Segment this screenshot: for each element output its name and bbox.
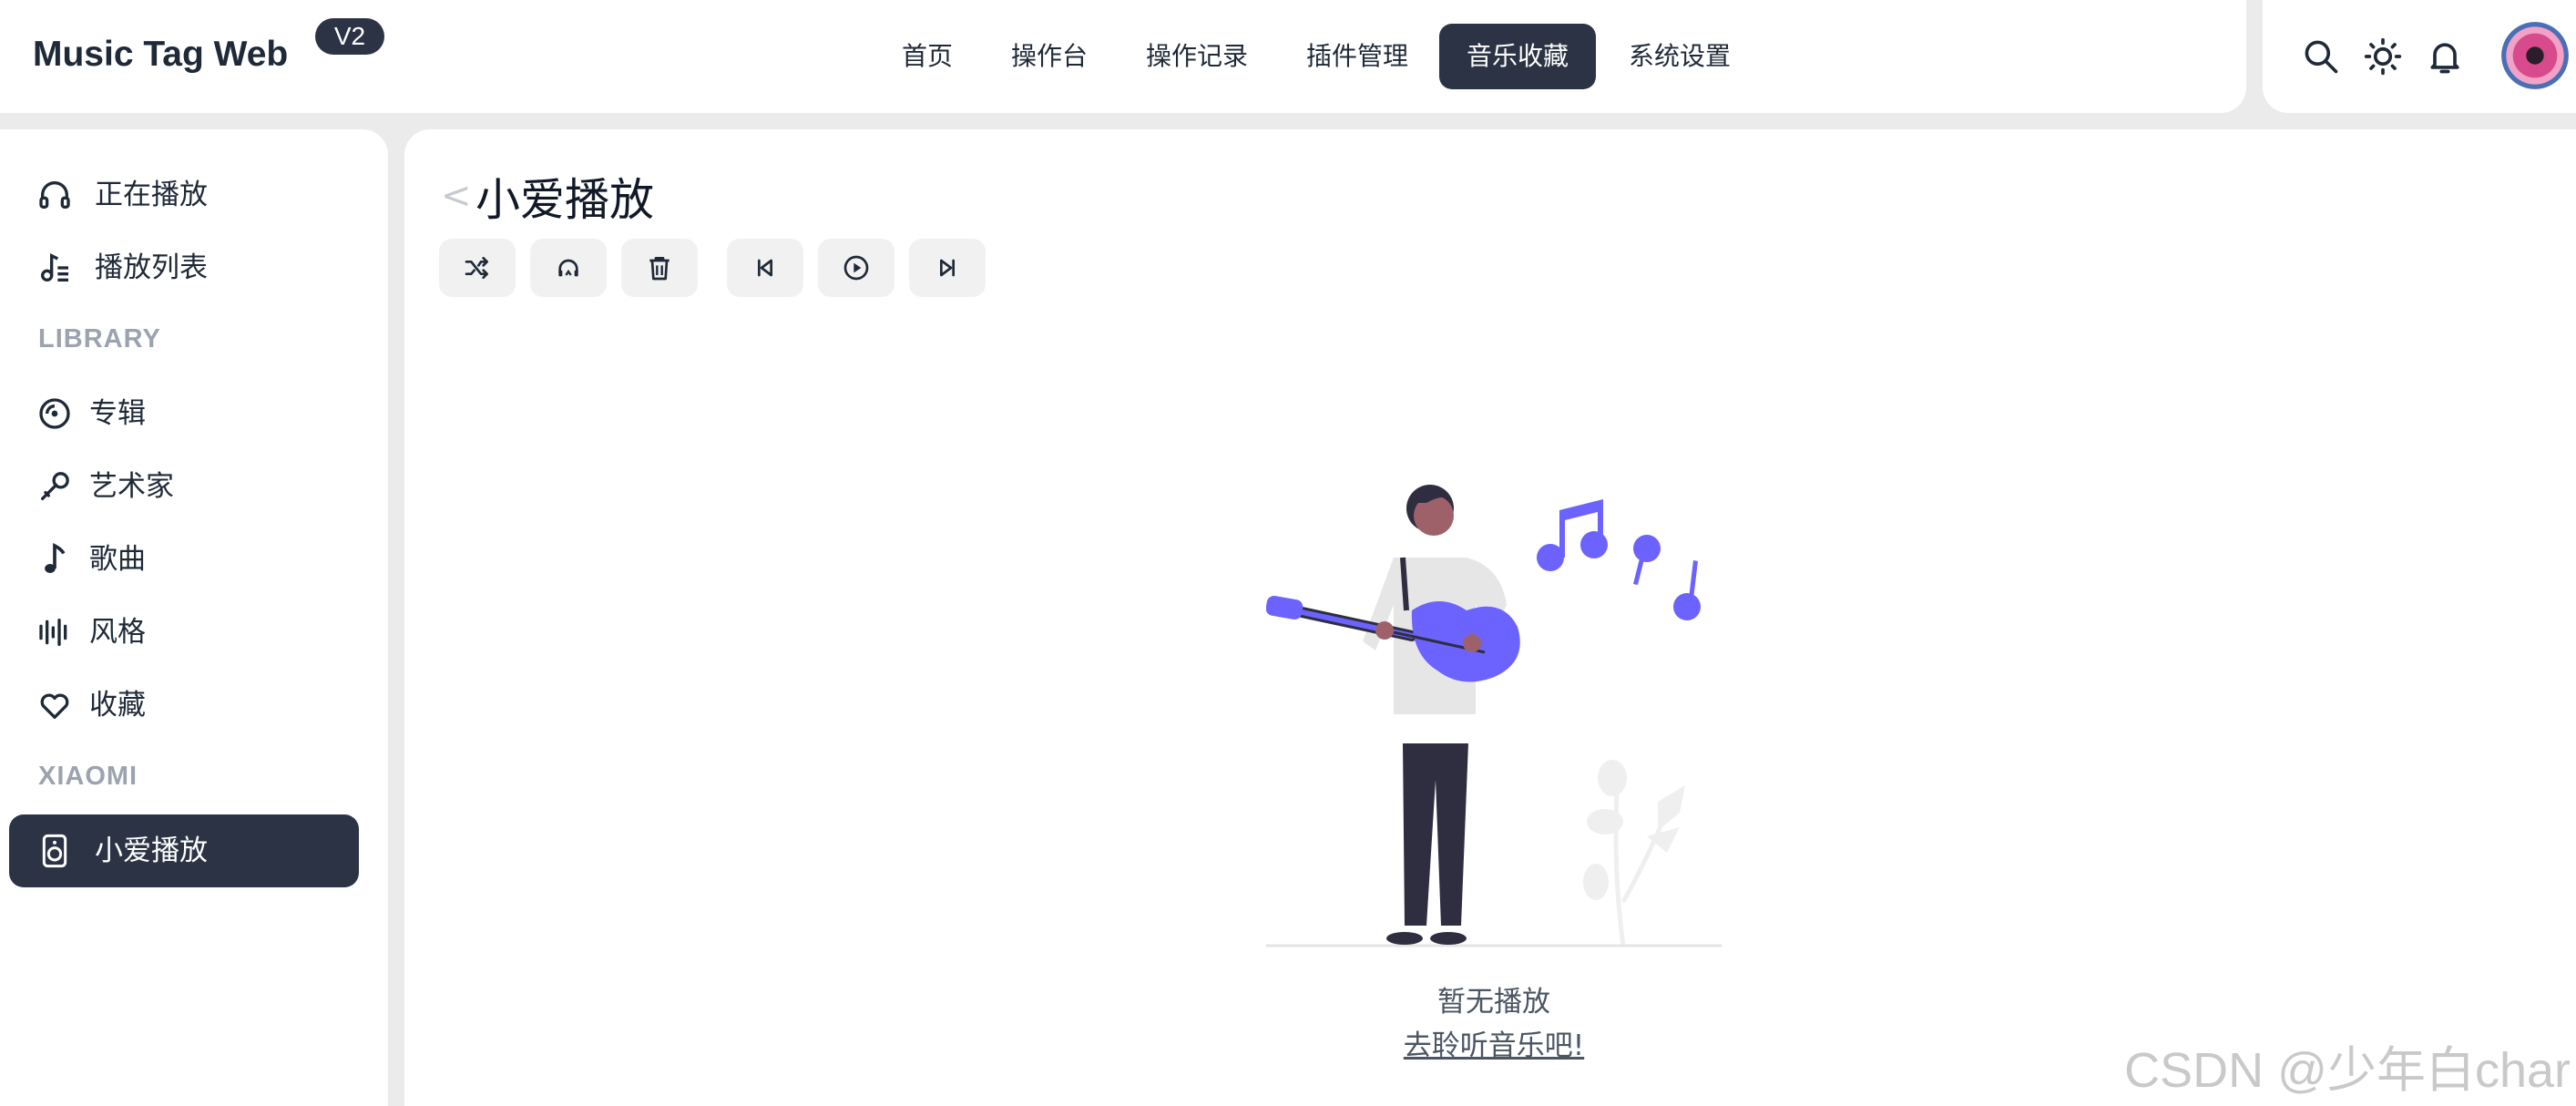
main-nav: 首页 操作台 操作记录 插件管理 音乐收藏 系统设置 [0, 0, 2246, 113]
sidebar-item-xiaoai-play[interactable]: 小爱播放 [9, 814, 359, 887]
nav-plugin-management[interactable]: 插件管理 [1279, 24, 1436, 89]
go-listen-link[interactable]: 去聆听音乐吧! [1275, 1022, 1712, 1063]
headset-icon [558, 259, 578, 277]
watermark: CSDN @少年白char [2124, 1043, 2571, 1098]
avatar[interactable] [2501, 22, 2569, 89]
sidebar-item-genres[interactable]: 风格 [9, 596, 359, 669]
shuffle-icon [465, 257, 488, 279]
music-list-icon [41, 252, 68, 282]
sidebar-item-label: 收藏 [89, 689, 146, 722]
play-button[interactable] [818, 239, 894, 297]
sidebar-item-label: 艺术家 [89, 470, 174, 503]
heart-icon [40, 693, 69, 719]
sidebar-item-label: 正在播放 [95, 179, 208, 211]
waveform-icon [39, 619, 67, 646]
sidebar-item-favorites[interactable]: 收藏 [9, 669, 359, 742]
nav-system-settings[interactable]: 系统设置 [1601, 24, 1758, 89]
delete-button[interactable] [621, 239, 698, 297]
play-icon [843, 255, 869, 281]
nav-music-collection[interactable]: 音乐收藏 [1439, 24, 1597, 89]
search-icon[interactable] [2301, 36, 2341, 77]
sidebar-item-albums[interactable]: 专辑 [9, 377, 359, 450]
nav-console[interactable]: 操作台 [984, 24, 1115, 89]
empty-state-text: 暂无播放 [1437, 986, 1550, 1019]
guitar-player-illustration [1266, 485, 1722, 947]
sidebar-item-label: 播放列表 [95, 251, 208, 284]
previous-icon [758, 259, 772, 277]
sun-icon[interactable] [2363, 36, 2403, 77]
header-actions [2263, 0, 2576, 113]
next-button[interactable] [909, 239, 986, 297]
music-note-icon [45, 543, 66, 573]
xiaomi-heading: XIAOMI [38, 762, 138, 791]
sidebar-item-artists[interactable]: 艺术家 [9, 450, 359, 523]
sidebar-item-label: 歌曲 [89, 543, 146, 576]
trash-icon [649, 257, 670, 281]
nav-operation-log[interactable]: 操作记录 [1119, 24, 1275, 89]
previous-button[interactable] [727, 239, 803, 297]
shuffle-button[interactable] [439, 239, 516, 297]
sidebar-item-label: 专辑 [89, 397, 146, 430]
top-bar: Music Tag Web V2 首页 操作台 操作记录 插件管理 音乐收藏 系… [0, 0, 2246, 113]
microphone-icon [41, 472, 69, 500]
sidebar-item-label: 小爱播放 [95, 835, 208, 867]
sidebar-item-playlist[interactable]: 播放列表 [9, 231, 359, 304]
sidebar: 正在播放 播放列表 LIBRARY 专辑 艺术家 歌曲 风格 收藏 XIAOMI… [0, 129, 388, 1106]
disc-icon [39, 398, 70, 429]
next-icon [940, 259, 955, 277]
headset-button[interactable] [530, 239, 607, 297]
sidebar-item-label: 风格 [89, 616, 146, 649]
library-heading: LIBRARY [38, 324, 161, 353]
page-title: 小爱播放 [475, 174, 655, 226]
sidebar-item-now-playing[interactable]: 正在播放 [9, 159, 359, 231]
nav-home[interactable]: 首页 [874, 24, 980, 89]
sidebar-item-songs[interactable]: 歌曲 [9, 523, 359, 596]
speaker-icon [42, 834, 67, 868]
bell-icon[interactable] [2425, 36, 2465, 77]
back-button[interactable]: < [441, 175, 472, 217]
headphones-icon [39, 181, 70, 209]
